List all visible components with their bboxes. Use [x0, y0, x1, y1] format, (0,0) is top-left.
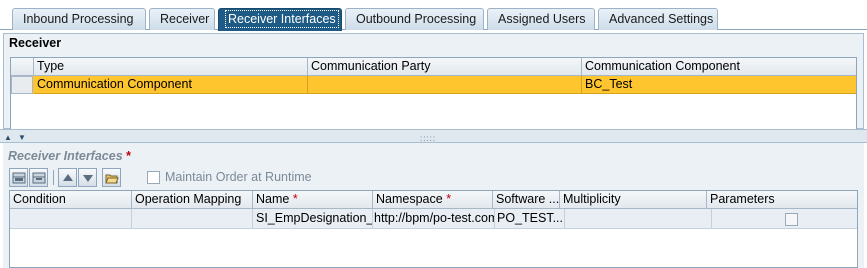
- name-cell[interactable]: SI_EmpDesignation_I: [253, 209, 373, 229]
- column-header-condition[interactable]: Condition: [10, 191, 132, 209]
- software-cell[interactable]: PO_TEST...: [495, 209, 565, 229]
- column-header-operation-mapping[interactable]: Operation Mapping: [132, 191, 253, 209]
- tab-receiver[interactable]: Receiver: [149, 8, 215, 30]
- interfaces-toolbar: Maintain Order at Runtime: [9, 168, 312, 188]
- communication-component-cell[interactable]: BC_Test: [582, 76, 856, 94]
- column-header-software[interactable]: Software ...: [493, 191, 560, 209]
- namespace-cell[interactable]: http://bpm/po-test.com: [373, 209, 495, 229]
- open-folder-icon: [105, 174, 119, 184]
- column-header-type[interactable]: Type: [34, 58, 308, 76]
- required-marker: *: [292, 192, 298, 206]
- toolbar-separator: [53, 170, 54, 185]
- table-row[interactable]: Communication Component BC_Test: [11, 76, 856, 94]
- tab-label: Advanced Settings: [609, 12, 714, 26]
- collapse-up-icon[interactable]: ▲: [4, 133, 12, 142]
- column-label: Condition: [13, 192, 66, 206]
- tab-label: Assigned Users: [498, 12, 586, 26]
- column-header-namespace[interactable]: Namespace *: [373, 191, 493, 209]
- move-down-button[interactable]: [78, 168, 97, 187]
- type-cell[interactable]: Communication Component: [34, 76, 308, 94]
- tab-label: Outbound Processing: [356, 12, 477, 26]
- splitter-grip-icon[interactable]: :::::: [420, 134, 436, 143]
- table-row[interactable]: SI_EmpDesignation_I http://bpm/po-test.c…: [10, 209, 857, 229]
- multiplicity-cell[interactable]: [565, 209, 712, 229]
- delete-row-button[interactable]: [29, 168, 48, 187]
- receiver-interfaces-table: Condition Operation Mapping Name * Names…: [9, 190, 858, 268]
- column-header-parameters[interactable]: Parameters: [707, 191, 857, 209]
- row-selector[interactable]: [11, 76, 33, 94]
- tab-receiver-interfaces[interactable]: Receiver Interfaces: [218, 8, 342, 31]
- tab-outbound-processing[interactable]: Outbound Processing: [345, 8, 484, 30]
- tab-label: Receiver: [160, 12, 210, 26]
- insert-row-button[interactable]: [9, 168, 28, 187]
- operation-mapping-cell[interactable]: [132, 209, 253, 229]
- tab-assigned-users[interactable]: Assigned Users: [487, 8, 595, 30]
- required-marker: *: [126, 149, 132, 163]
- delete-row-icon: [32, 172, 46, 184]
- insert-row-icon: [12, 172, 26, 184]
- receiver-interfaces-title-text: Receiver Interfaces: [8, 149, 123, 163]
- move-up-button[interactable]: [58, 168, 77, 187]
- move-down-icon: [83, 175, 93, 182]
- parameters-cell: [712, 209, 857, 229]
- receiver-interfaces-title: Receiver Interfaces *: [8, 149, 131, 163]
- parameters-checkbox[interactable]: [785, 213, 798, 226]
- open-folder-button[interactable]: [102, 168, 121, 187]
- column-label: Parameters: [710, 192, 775, 206]
- tab-label: Inbound Processing: [23, 12, 134, 26]
- column-label: Namespace: [376, 192, 443, 206]
- column-label: Operation Mapping: [135, 192, 242, 206]
- receiver-section: Receiver Type Communication Party Commun…: [3, 33, 864, 156]
- column-header-communication-component[interactable]: Communication Component: [582, 58, 856, 76]
- tab-advanced-settings[interactable]: Advanced Settings: [598, 8, 718, 30]
- receiver-section-title: Receiver: [9, 36, 62, 50]
- column-label: Multiplicity: [563, 192, 621, 206]
- tab-inbound-processing[interactable]: Inbound Processing: [12, 8, 146, 30]
- receiver-interfaces-section: Receiver Interfaces * Maintain Order at …: [3, 143, 864, 268]
- splitter[interactable]: ▲ ▼ :::::: [0, 129, 867, 143]
- collapse-down-icon[interactable]: ▼: [18, 133, 26, 142]
- tab-bar: Inbound Processing Receiver Receiver Int…: [0, 0, 867, 31]
- tab-label: Receiver Interfaces: [225, 10, 339, 28]
- maintain-order-label: Maintain Order at Runtime: [165, 170, 312, 184]
- column-header-name[interactable]: Name *: [253, 191, 373, 209]
- required-marker: *: [446, 192, 452, 206]
- column-label: Software ...: [496, 192, 560, 206]
- column-label: Name: [256, 192, 290, 206]
- column-header-multiplicity[interactable]: Multiplicity: [560, 191, 707, 209]
- column-header-communication-party[interactable]: Communication Party: [308, 58, 582, 76]
- maintain-order-checkbox[interactable]: [147, 171, 160, 184]
- communication-party-cell[interactable]: [308, 76, 582, 94]
- move-up-icon: [63, 174, 73, 181]
- select-all-header[interactable]: [11, 58, 34, 76]
- condition-cell[interactable]: [10, 209, 132, 229]
